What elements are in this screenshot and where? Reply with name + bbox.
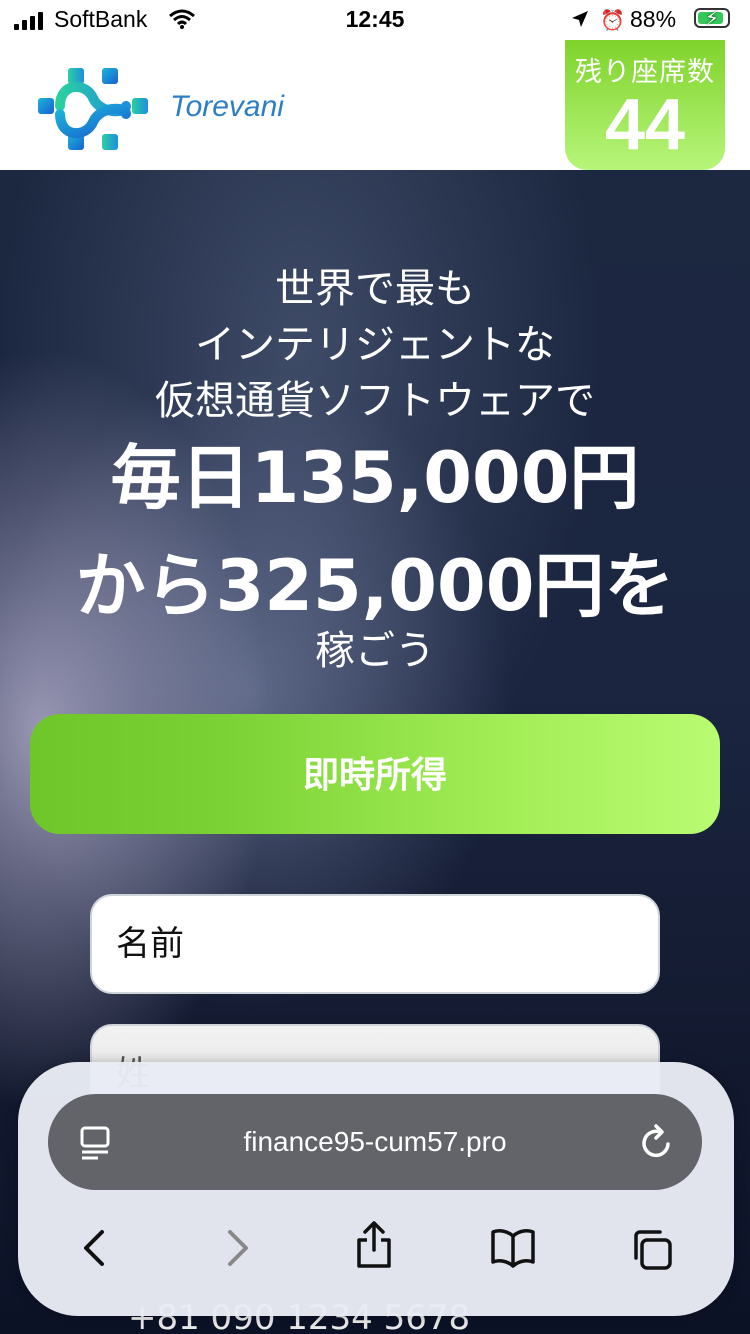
name-field[interactable]: 名前	[90, 894, 660, 994]
instant-income-button[interactable]: 即時所得	[30, 714, 720, 834]
share-icon[interactable]	[354, 1220, 394, 1270]
seats-remaining-badge: 残り座席数 44	[565, 40, 725, 170]
reload-icon[interactable]	[638, 1122, 674, 1162]
site-header: Torevani 残り座席数 44	[0, 40, 750, 170]
brand-name: Torevani	[170, 90, 284, 123]
hero-line-3: 仮想通貨ソフトウェアで	[155, 378, 595, 424]
hero-headline-2: から325,000円を	[75, 545, 675, 627]
hero-line-1: 世界で最も	[275, 266, 475, 312]
forward-icon[interactable]	[222, 1228, 252, 1268]
back-icon[interactable]	[80, 1228, 110, 1268]
battery-percent: 88%	[630, 6, 677, 32]
hero-line-6: 稼ごう	[315, 628, 435, 674]
tabs-icon[interactable]	[630, 1228, 676, 1272]
battery-charging-icon: ⚡	[694, 6, 730, 30]
alarm-icon: ⏰	[600, 8, 625, 32]
hero-headline-1: 毎日135,000円	[110, 437, 640, 519]
status-bar: SoftBank 12:45 ⏰ 88% ⚡	[0, 0, 750, 40]
logo-icon	[38, 68, 148, 150]
address-bar[interactable]: finance95-cum57.pro	[48, 1094, 702, 1190]
seats-label: 残り座席数	[575, 57, 715, 88]
url-text: finance95-cum57.pro	[243, 1126, 507, 1157]
location-icon	[572, 11, 588, 27]
hero-line-2: インテリジェントな	[195, 322, 555, 368]
seats-count: 44	[604, 85, 686, 165]
browser-bottom-bar: finance95-cum57.pro	[18, 1062, 734, 1316]
bookmarks-icon[interactable]	[490, 1228, 536, 1268]
